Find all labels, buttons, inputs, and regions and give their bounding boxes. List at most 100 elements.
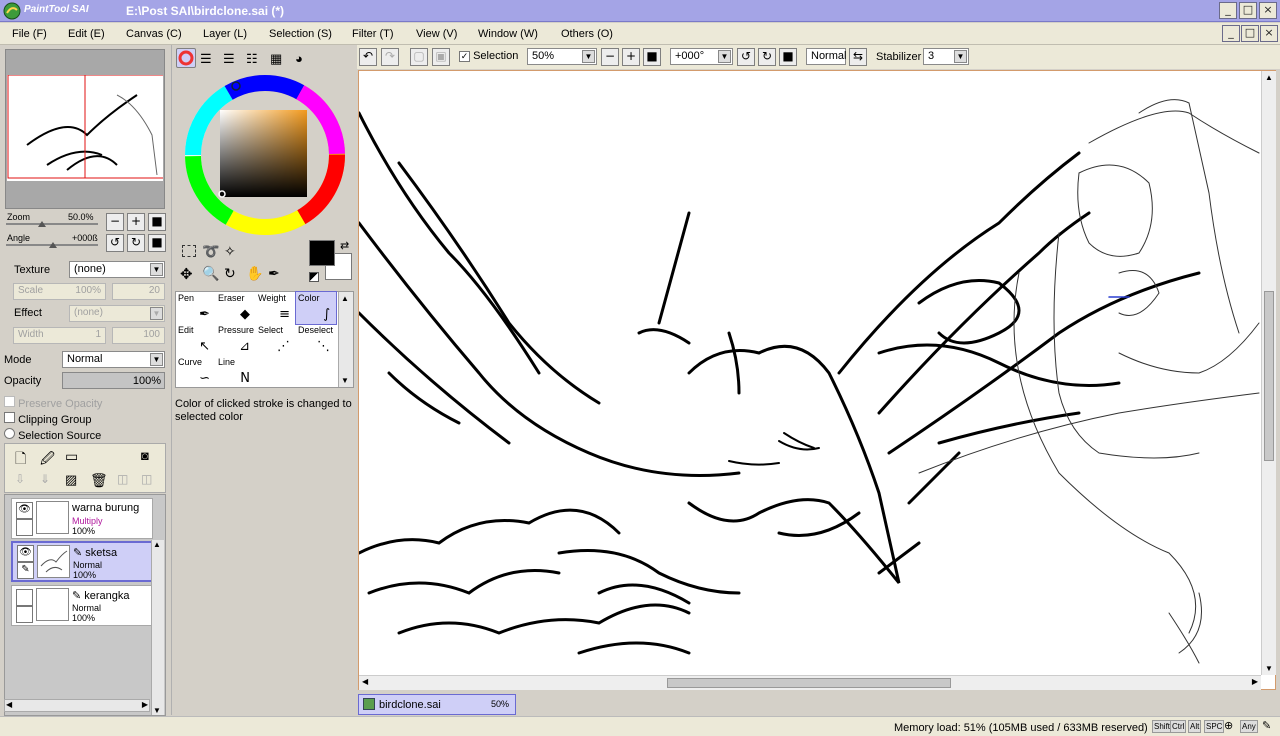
zoom-slider[interactable]: [6, 223, 98, 225]
new-linework-layer-icon[interactable]: 🖉: [40, 448, 55, 472]
layer-h-scrollbar[interactable]: ◀ ▶: [4, 699, 150, 712]
zoom-out-button[interactable]: −: [106, 213, 124, 231]
scroll-down-icon[interactable]: ▼: [153, 706, 161, 715]
scroll-up-icon[interactable]: ▲: [1265, 73, 1273, 82]
tool-pen[interactable]: Pen ✒: [176, 292, 216, 324]
doc-tab[interactable]: birdclone.sai 50%: [358, 694, 516, 715]
lock-toggle[interactable]: [16, 606, 33, 623]
scroll-left-icon[interactable]: ◀: [6, 700, 12, 709]
zoom-slider-thumb[interactable]: [38, 221, 46, 227]
tool-edit[interactable]: Edit ↖: [176, 324, 216, 356]
menu-layer[interactable]: Layer (L): [203, 28, 247, 40]
hsv-slider-tab[interactable]: ☰: [223, 51, 235, 67]
eye-icon[interactable]: 👁: [16, 502, 33, 519]
scroll-up-icon[interactable]: ▲: [341, 294, 349, 303]
menu-file[interactable]: File (F): [12, 28, 47, 40]
doc-maximize-button[interactable]: □: [1241, 25, 1259, 42]
texture-select[interactable]: (none) ▼: [69, 261, 165, 278]
scroll-left-icon[interactable]: ◀: [362, 677, 368, 686]
hand-icon[interactable]: ✋: [246, 265, 263, 282]
tool-color[interactable]: Color ∫: [295, 291, 337, 325]
scroll-down-icon[interactable]: ▼: [1265, 664, 1273, 673]
scroll-right-icon[interactable]: ▶: [1252, 677, 1258, 686]
angle-select[interactable]: +000° ▼: [670, 48, 733, 65]
swap-colors-icon[interactable]: ⇄: [340, 239, 349, 252]
zoom-select[interactable]: 50% ▼: [527, 48, 597, 65]
opacity-slider[interactable]: 100%: [62, 372, 165, 389]
zoom-icon[interactable]: 🔍: [202, 265, 219, 282]
tool-line[interactable]: Line N: [216, 356, 256, 388]
zoom-out-icon[interactable]: −: [601, 48, 619, 66]
scroll-up-icon[interactable]: ▲: [153, 540, 161, 549]
stabilizer-select[interactable]: 3 ▼: [923, 48, 969, 65]
zoom-reset-button[interactable]: ■: [148, 213, 166, 231]
trash-icon[interactable]: 🗑: [90, 472, 108, 489]
v-scroll-thumb[interactable]: [1264, 291, 1274, 461]
menu-window[interactable]: Window (W): [478, 28, 538, 40]
doc-minimize-button[interactable]: _: [1222, 25, 1240, 42]
tool-scrollbar[interactable]: ▲ ▼: [338, 292, 353, 387]
invert-selection-icon[interactable]: ▣: [432, 48, 450, 66]
rotate-ccw-icon[interactable]: ↺: [737, 48, 755, 66]
tool-pressure[interactable]: Pressure ⊿: [216, 324, 256, 356]
layer-item-warna-burung[interactable]: 👁 warna burung Multiply 100%: [11, 498, 153, 539]
visibility-toggle[interactable]: [16, 589, 33, 606]
zoom-reset-icon[interactable]: ■: [643, 48, 661, 66]
clipping-group-checkbox[interactable]: Clipping Group: [4, 412, 91, 426]
menu-canvas[interactable]: Canvas (C): [126, 28, 182, 40]
tool-weight[interactable]: Weight ≡: [256, 292, 296, 324]
eye-icon[interactable]: 👁: [17, 545, 34, 562]
zoom-in-button[interactable]: +: [127, 213, 145, 231]
color-extra-tab[interactable]: ◕: [295, 51, 303, 66]
tool-curve[interactable]: Curve ∽: [176, 356, 216, 388]
selection-checkbox[interactable]: ✓ Selection: [459, 50, 518, 62]
effect-select[interactable]: (none) ▼: [69, 305, 165, 322]
clear-layer-icon[interactable]: ▨: [65, 472, 77, 488]
layer-scrollbar[interactable]: ▲ ▼: [151, 540, 164, 715]
transfer-down-icon[interactable]: ⇩: [15, 472, 25, 486]
navigator-preview[interactable]: [5, 49, 167, 209]
layer-item-sketsa[interactable]: 👁 ✎ ✎ sketsa Normal 100%: [11, 541, 153, 582]
pen-icon[interactable]: ✎: [17, 562, 34, 579]
canvas-v-scrollbar[interactable]: ▲ ▼: [1261, 71, 1276, 675]
deselect-icon[interactable]: ▢: [410, 48, 428, 66]
flip-view-icon[interactable]: ⇆: [849, 48, 867, 66]
new-layer-icon[interactable]: 🗋: [15, 448, 26, 472]
layer-item-kerangka[interactable]: ✎ kerangka Normal 100%: [11, 585, 153, 626]
tool-eraser[interactable]: Eraser ◆: [216, 292, 256, 324]
magic-wand-icon[interactable]: ✧: [224, 243, 236, 260]
color-wheel[interactable]: [182, 72, 348, 238]
angle-slider-thumb[interactable]: [49, 242, 57, 248]
selection-source-radio[interactable]: Selection Source: [4, 428, 101, 442]
new-folder-icon[interactable]: ▭: [65, 448, 78, 465]
maximize-button[interactable]: □: [1239, 2, 1257, 19]
rotate-reset-button[interactable]: ■: [148, 234, 166, 252]
tool-deselect[interactable]: Deselect ⋱: [296, 324, 336, 356]
close-button[interactable]: ×: [1259, 2, 1277, 19]
rotate-icon[interactable]: ↻: [224, 265, 236, 282]
rotate-left-button[interactable]: ↺: [106, 234, 124, 252]
tool-select[interactable]: Select ⋰: [256, 324, 296, 356]
menu-selection[interactable]: Selection (S): [269, 28, 332, 40]
blend-mode-select[interactable]: Normal ▼: [62, 351, 165, 368]
canvas-h-scrollbar[interactable]: ◀ ▶: [359, 675, 1261, 690]
menu-view[interactable]: View (V): [416, 28, 457, 40]
menu-others[interactable]: Others (O): [561, 28, 613, 40]
primary-color-swatch[interactable]: [309, 240, 335, 266]
menu-edit[interactable]: Edit (E): [68, 28, 105, 40]
apply-mask-icon[interactable]: ◫: [117, 472, 128, 486]
doc-close-button[interactable]: ×: [1260, 25, 1278, 42]
delete-mask-icon[interactable]: ◫: [141, 472, 152, 486]
rgb-slider-tab[interactable]: ☰: [200, 51, 212, 67]
color-wheel-tab[interactable]: [176, 48, 196, 68]
preserve-opacity-checkbox[interactable]: Preserve Opacity: [4, 396, 102, 410]
scroll-right-icon[interactable]: ▶: [142, 700, 148, 709]
rotate-right-button[interactable]: ↻: [127, 234, 145, 252]
rotate-reset-icon[interactable]: ■: [779, 48, 797, 66]
merge-down-icon[interactable]: ⇓: [40, 472, 50, 486]
rect-select-icon[interactable]: [182, 245, 196, 257]
menu-filter[interactable]: Filter (T): [352, 28, 394, 40]
swatch-tab[interactable]: ☷: [246, 51, 258, 67]
minimize-button[interactable]: _: [1219, 2, 1237, 19]
h-scroll-thumb[interactable]: [667, 678, 951, 688]
